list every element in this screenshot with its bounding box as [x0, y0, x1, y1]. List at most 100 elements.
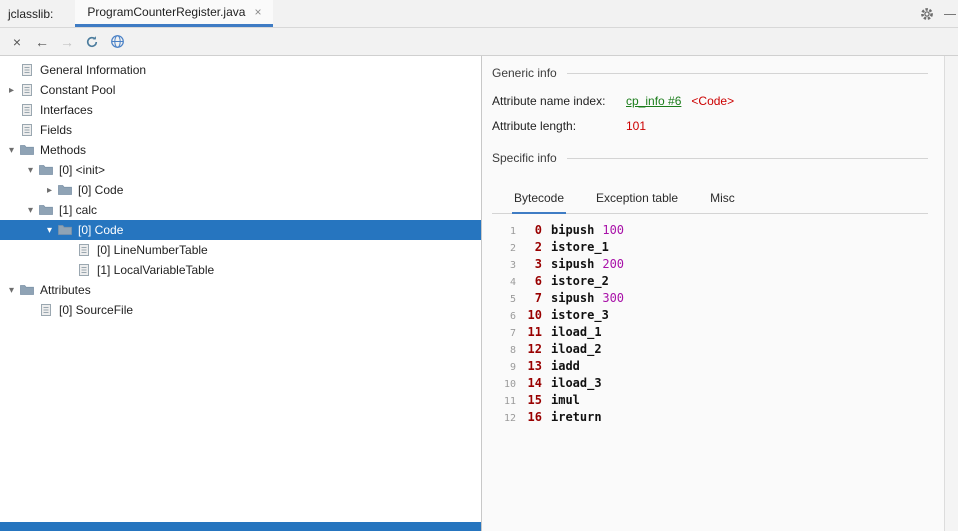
tree-item-label: [0] Code: [78, 183, 124, 197]
tree-item[interactable]: ▾ [0] Code: [0, 220, 481, 240]
bytecode-row[interactable]: 9 13 iadd: [492, 358, 928, 375]
bytecode-mnemonic: istore_2: [551, 274, 609, 288]
chevron-down-icon[interactable]: ▾: [4, 285, 19, 296]
close-button[interactable]: ×: [6, 31, 28, 53]
bytecode-row[interactable]: 5 7 sipush 300: [492, 290, 928, 307]
folder-icon: [19, 142, 35, 158]
tree-item[interactable]: ▾ [1] calc: [0, 200, 481, 220]
tree-item-label: Attributes: [40, 283, 91, 297]
tree-item[interactable]: [1] LocalVariableTable: [0, 260, 481, 280]
tree-item[interactable]: ▾ [0] <init>: [0, 160, 481, 180]
tab-program-counter-register[interactable]: ProgramCounterRegister.java ×: [75, 0, 274, 27]
bytecode-mnemonic: sipush: [551, 291, 595, 305]
forward-button[interactable]: →: [56, 31, 78, 53]
bytecode-mnemonic: iload_1: [551, 325, 602, 339]
vertical-scrollbar[interactable]: [944, 56, 958, 531]
node-icon: [19, 122, 35, 138]
bytecode-line-number: 2: [509, 243, 516, 254]
tree-item[interactable]: Interfaces: [0, 100, 481, 120]
bytecode-mnemonic: istore_3: [551, 308, 609, 322]
chevron-down-icon[interactable]: ▾: [4, 145, 19, 156]
tree-item[interactable]: ▾ Attributes: [0, 280, 481, 300]
constant-pool-link[interactable]: cp_info #6: [626, 94, 681, 108]
tree-item-label: [1] LocalVariableTable: [97, 263, 215, 277]
bytecode-mnemonic: bipush: [551, 223, 595, 237]
structure-panel: General Information ▸ Constant Pool Interfa…: [0, 56, 481, 531]
open-in-browser-button[interactable]: [106, 31, 128, 53]
bytecode-row[interactable]: 2 2 istore_1: [492, 239, 928, 256]
bytecode-offset: 2: [534, 240, 542, 254]
tree-item-label: [0] SourceFile: [59, 303, 134, 317]
tree-item[interactable]: General Information: [0, 60, 481, 80]
tree-item[interactable]: [0] LineNumberTable: [0, 240, 481, 260]
tree-item[interactable]: Fields: [0, 120, 481, 140]
tree-item[interactable]: ▾ Methods: [0, 140, 481, 160]
bytecode-offset: 6: [534, 274, 542, 288]
chevron-down-icon[interactable]: ▾: [23, 205, 38, 216]
tree-item-label: [0] Code: [78, 223, 124, 237]
tree-item-label: General Information: [40, 63, 147, 77]
folder-icon: [38, 162, 54, 178]
folder-icon: [57, 222, 73, 238]
bytecode-offset: 0: [534, 223, 542, 237]
bytecode-mnemonic: imul: [551, 393, 580, 407]
tab-exception-table[interactable]: Exception table: [594, 187, 680, 213]
main-content: General Information ▸ Constant Pool Interfa…: [0, 56, 958, 531]
separator-line: [566, 157, 928, 159]
bytecode-row[interactable]: 1 0 bipush 100: [492, 222, 928, 239]
refresh-button[interactable]: [81, 31, 103, 53]
tree-item-label: Fields: [40, 123, 73, 137]
bytecode-line-number: 12: [503, 413, 516, 424]
bytecode-list: 1 0 bipush 100 2 2 istore_1 3 3 sipush 200 4 6 istore…: [492, 214, 928, 426]
bytecode-line-number: 8: [509, 345, 516, 356]
detail-panel: Generic info Attribute name index: cp_in…: [482, 56, 958, 531]
tab-title: ProgramCounterRegister.java: [87, 5, 246, 19]
node-icon: [19, 102, 35, 118]
chevron-right-icon[interactable]: ▸: [42, 185, 57, 196]
tab-close-icon[interactable]: ×: [254, 6, 261, 18]
bytecode-offset: 10: [527, 308, 542, 322]
minimize-button[interactable]: —: [944, 6, 956, 21]
horizontal-scrollbar[interactable]: [0, 522, 481, 531]
bytecode-mnemonic: istore_1: [551, 240, 609, 254]
tree-item[interactable]: [0] SourceFile: [0, 300, 481, 320]
bytecode-row[interactable]: 3 3 sipush 200: [492, 256, 928, 273]
chevron-down-icon[interactable]: ▾: [42, 225, 57, 236]
bytecode-row[interactable]: 11 15 imul: [492, 392, 928, 409]
detail-tabs: Bytecode Exception table Misc: [492, 179, 928, 214]
bytecode-offset: 16: [527, 410, 542, 424]
tab-bytecode[interactable]: Bytecode: [512, 187, 567, 214]
folder-icon: [57, 182, 73, 198]
bytecode-operand: 200: [602, 257, 625, 271]
attribute-name-index-label: Attribute name index:: [492, 94, 606, 108]
bytecode-line-number: 1: [509, 226, 516, 237]
tab-misc[interactable]: Misc: [708, 187, 737, 213]
bytecode-line-number: 10: [503, 379, 516, 390]
tree: General Information ▸ Constant Pool Interfa…: [0, 56, 481, 320]
node-icon: [76, 262, 92, 278]
bytecode-row[interactable]: 6 10 istore_3: [492, 307, 928, 324]
gear-icon[interactable]: [920, 7, 934, 21]
bytecode-row[interactable]: 8 12 iload_2: [492, 341, 928, 358]
bytecode-offset: 15: [527, 393, 542, 407]
bytecode-line-number: 9: [509, 362, 516, 373]
tree-item-label: Constant Pool: [40, 83, 116, 97]
app-label: jclasslib:: [8, 6, 54, 21]
back-button[interactable]: ←: [31, 31, 53, 53]
attribute-length-row: Attribute length: 101: [492, 119, 928, 133]
node-icon: [38, 302, 54, 318]
bytecode-line-number: 11: [503, 396, 516, 407]
bytecode-offset: 3: [534, 257, 542, 271]
bytecode-mnemonic: sipush: [551, 257, 595, 271]
bytecode-row[interactable]: 12 16 ireturn: [492, 409, 928, 426]
bytecode-row[interactable]: 4 6 istore_2: [492, 273, 928, 290]
bytecode-operand: 300: [602, 291, 625, 305]
bytecode-row[interactable]: 10 14 iload_3: [492, 375, 928, 392]
bytecode-row[interactable]: 7 11 iload_1: [492, 324, 928, 341]
chevron-down-icon[interactable]: ▾: [23, 165, 38, 176]
chevron-right-icon[interactable]: ▸: [4, 85, 19, 96]
tree-item[interactable]: ▸ [0] Code: [0, 180, 481, 200]
attribute-name-index-row: Attribute name index: cp_info #6 <Code>: [492, 94, 928, 108]
tree-item[interactable]: ▸ Constant Pool: [0, 80, 481, 100]
bytecode-offset: 7: [534, 291, 542, 305]
